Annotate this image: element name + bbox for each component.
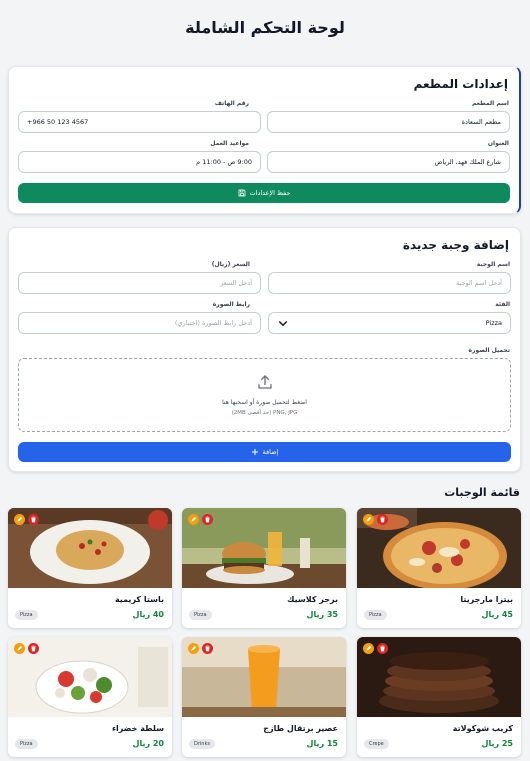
edit-button[interactable] xyxy=(188,643,199,654)
delete-button[interactable] xyxy=(377,514,388,525)
phone-input[interactable]: +966 50 123 4567 xyxy=(18,111,261,133)
upload-hint: PNG, JPG (حد أقصى 2MB) xyxy=(231,410,298,416)
delete-button[interactable] xyxy=(28,643,39,654)
pencil-icon xyxy=(191,645,197,651)
pencil-icon xyxy=(366,645,372,651)
add-meal-title: إضافة وجبة جديدة xyxy=(402,238,509,252)
image-url-input[interactable]: أدخل رابط الصورة (اختياري) xyxy=(18,312,261,334)
address-input[interactable]: شارع الملك فهد، الرياض xyxy=(267,151,510,173)
meal-category-badge: Pizza xyxy=(189,610,212,620)
save-icon xyxy=(238,189,245,197)
meal-category-badge: Pizza xyxy=(15,610,38,620)
restaurant-name-label: اسم المطعم xyxy=(471,100,509,107)
trash-icon xyxy=(205,645,210,652)
edit-button[interactable] xyxy=(363,514,374,525)
image-url-label: رابط الصورة xyxy=(212,301,250,308)
meal-name: برجر كلاسيك xyxy=(287,595,338,604)
meal-category-badge: Pizza xyxy=(364,610,387,620)
delete-button[interactable] xyxy=(377,643,388,654)
settings-title: إعدادات المطعم xyxy=(413,77,508,91)
trash-icon xyxy=(380,645,385,652)
category-label: الفئة xyxy=(495,301,510,308)
chevron-down-icon xyxy=(278,320,288,327)
upload-instructions: اضغط لتحميل صورة أو اسحبها هنا xyxy=(222,399,307,406)
meal-name: عصير برتقال طازج xyxy=(263,724,338,733)
meals-list-title: قائمة الوجبات xyxy=(444,486,520,499)
upload-image-label: تحميل الصورة xyxy=(468,347,510,354)
trash-icon xyxy=(31,516,36,523)
upload-icon xyxy=(257,375,272,389)
working-hours-input[interactable]: 9:00 ص - 11:00 م xyxy=(18,151,261,173)
trash-icon xyxy=(31,645,36,652)
restaurant-name-input[interactable]: مطعم السعادة xyxy=(267,111,510,133)
meal-price: 40 ريال xyxy=(132,610,164,619)
save-settings-label: حفظ الإعدادات xyxy=(249,189,291,197)
meal-actions xyxy=(14,514,39,525)
delete-button[interactable] xyxy=(202,643,213,654)
add-meal-button-label: إضافة xyxy=(262,448,279,456)
meal-name: كريب شوكولاتة xyxy=(452,724,513,733)
meal-actions xyxy=(188,643,213,654)
meal-name-label: اسم الوجبة xyxy=(476,261,510,268)
delete-button[interactable] xyxy=(28,514,39,525)
phone-label: رقم الهاتف xyxy=(214,100,249,107)
trash-icon xyxy=(205,516,210,523)
meal-price: 20 ريال xyxy=(132,739,164,748)
meal-price: 35 ريال xyxy=(306,610,338,619)
meal-name: بيتزا مارجريتا xyxy=(460,595,513,604)
meal-price: 45 ريال xyxy=(481,610,513,619)
meal-card: باستا كريمية 40 ريال Pizza xyxy=(8,508,172,628)
meal-name-input[interactable]: أدخل اسم الوجبة xyxy=(268,272,511,294)
meal-card: بيتزا مارجريتا 45 ريال Pizza xyxy=(357,508,521,628)
restaurant-settings-card: إعدادات المطعم اسم المطعم مطعم السعادة ر… xyxy=(8,66,521,214)
pencil-icon xyxy=(17,645,23,651)
meal-category-badge: Crepe xyxy=(364,739,389,749)
meal-price: 25 ريال xyxy=(481,739,513,748)
add-meal-button[interactable]: إضافة xyxy=(18,442,511,462)
category-select[interactable]: Pizza xyxy=(268,312,511,334)
meal-actions xyxy=(188,514,213,525)
edit-button[interactable] xyxy=(188,514,199,525)
category-select-value: Pizza xyxy=(485,319,502,327)
pencil-icon xyxy=(191,516,197,522)
pencil-icon xyxy=(366,516,372,522)
edit-button[interactable] xyxy=(363,643,374,654)
meal-actions xyxy=(363,643,388,654)
meal-price-input[interactable]: أدخل السعر xyxy=(18,272,261,294)
meal-name: باستا كريمية xyxy=(114,595,164,604)
plus-icon xyxy=(251,449,258,455)
meal-category-badge: Pizza xyxy=(15,739,38,749)
add-meal-card: إضافة وجبة جديدة اسم الوجبة أدخل اسم الو… xyxy=(8,227,521,472)
page-title: لوحة التحكم الشاملة xyxy=(185,18,345,37)
image-upload-dropzone[interactable]: اضغط لتحميل صورة أو اسحبها هنا PNG, JPG … xyxy=(18,358,511,432)
meal-card: برجر كلاسيك 35 ريال Pizza xyxy=(182,508,346,628)
meal-actions xyxy=(363,514,388,525)
meal-card: كريب شوكولاتة 25 ريال Crepe xyxy=(357,637,521,757)
meal-card: سلطة خضراء 20 ريال Pizza xyxy=(8,637,172,757)
meal-actions xyxy=(14,643,39,654)
edit-button[interactable] xyxy=(14,643,25,654)
meal-price: 15 ريال xyxy=(306,739,338,748)
meal-name: سلطة خضراء xyxy=(111,724,164,733)
pencil-icon xyxy=(17,516,23,522)
working-hours-label: مواعيد العمل xyxy=(210,140,249,147)
meal-category-badge: Drinks xyxy=(189,739,215,749)
save-settings-button[interactable]: حفظ الإعدادات xyxy=(18,183,510,203)
delete-button[interactable] xyxy=(202,514,213,525)
meal-price-label: السعر (ريال) xyxy=(211,261,250,268)
meal-card: عصير برتقال طازج 15 ريال Drinks xyxy=(182,637,346,757)
address-label: العنوان xyxy=(487,140,509,147)
trash-icon xyxy=(380,516,385,523)
edit-button[interactable] xyxy=(14,514,25,525)
